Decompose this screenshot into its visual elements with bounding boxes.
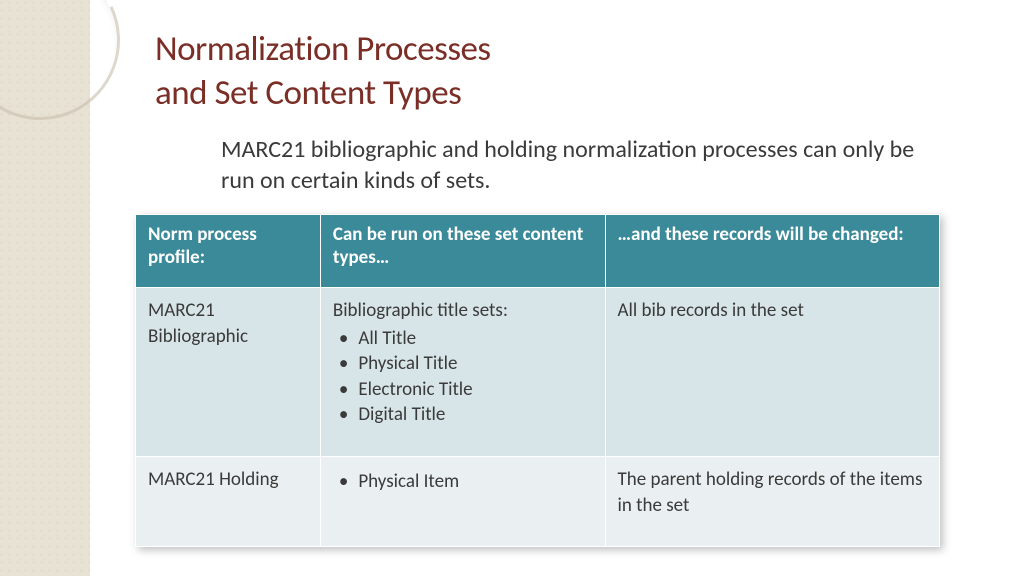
cell-set-types: Physical Item (320, 457, 605, 547)
cell-profile: MARC21 Bibliographic (136, 287, 321, 456)
set-intro: Bibliographic title sets: (333, 299, 508, 322)
title-line-2: and Set Content Types (155, 72, 461, 114)
table-row: MARC21 Bibliographic Bibliographic title… (136, 287, 940, 456)
title-line-1: Normalization Processes (155, 28, 491, 70)
list-item: Electronic Title (339, 377, 593, 403)
set-items-list: All Title Physical Title Electronic Titl… (339, 326, 593, 429)
decorative-left-strip (0, 0, 90, 576)
cell-changed: The parent holding records of the items … (605, 457, 940, 547)
cell-profile: MARC21 Holding (136, 457, 321, 547)
slide-content: Normalization Processes and Set Content … (155, 28, 984, 547)
list-item: Digital Title (339, 402, 593, 428)
slide-subtitle: MARC21 bibliographic and holding normali… (221, 134, 921, 196)
set-items-list: Physical Item (339, 469, 593, 495)
cell-changed: All bib records in the set (605, 287, 940, 456)
list-item: All Title (339, 326, 593, 352)
table-header-set-types: Can be run on these set content types… (320, 214, 605, 287)
decorative-arc (0, 0, 143, 143)
table-row: MARC21 Holding Physical Item The parent … (136, 457, 940, 547)
table-header-changed: …and these records will be changed: (605, 214, 940, 287)
list-item: Physical Item (339, 469, 593, 495)
slide-title: Normalization Processes and Set Content … (155, 28, 984, 116)
cell-set-types: Bibliographic title sets: All Title Phys… (320, 287, 605, 456)
norm-process-table: Norm process profile: Can be run on thes… (135, 214, 940, 547)
table-header-profile: Norm process profile: (136, 214, 321, 287)
list-item: Physical Title (339, 351, 593, 377)
